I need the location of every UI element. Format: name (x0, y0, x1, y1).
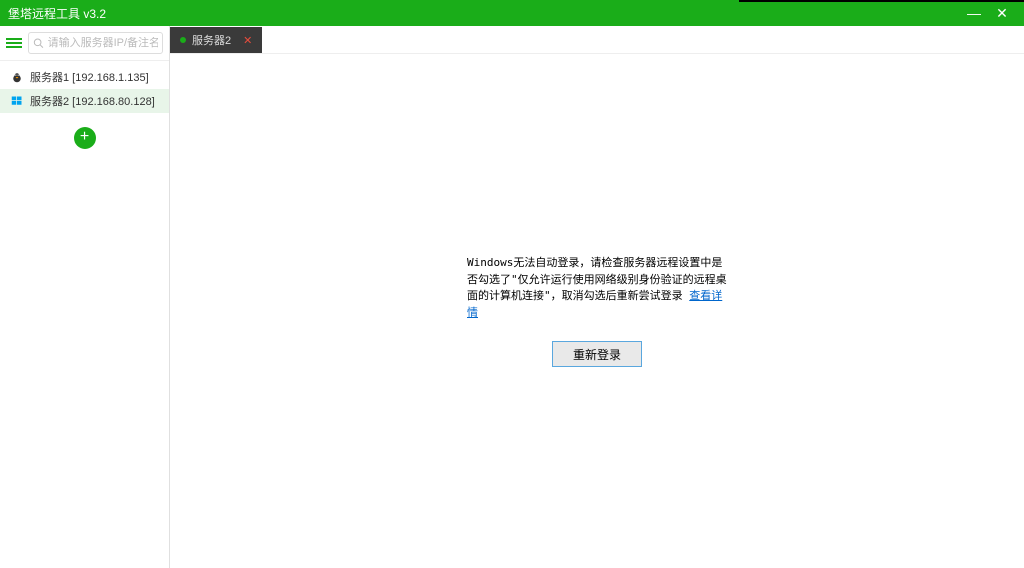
add-server-button[interactable]: + (74, 127, 96, 149)
tab-label: 服务器2 (192, 32, 231, 48)
close-button[interactable]: ✕ (988, 5, 1016, 22)
server-item[interactable]: 服务器1 [192.168.1.135] (0, 65, 169, 89)
linux-icon (10, 71, 24, 83)
server-label: 服务器2 [192.168.80.128] (30, 93, 155, 109)
inactive-region (739, 0, 1024, 2)
minimize-button[interactable]: — (960, 5, 988, 21)
content: 服务器2 ✕ Windows无法自动登录，请检查服务器远程设置中是否勾选了"仅允… (170, 26, 1024, 568)
main: 服务器1 [192.168.1.135] 服务器2 [192.168.80.12… (0, 26, 1024, 568)
titlebar: 堡塔远程工具 v3.2 — ✕ (0, 0, 1024, 26)
app-title: 堡塔远程工具 v3.2 (8, 5, 960, 22)
tab-server2[interactable]: 服务器2 ✕ (170, 27, 262, 53)
tab-close-icon[interactable]: ✕ (243, 34, 252, 47)
sidebar: 服务器1 [192.168.1.135] 服务器2 [192.168.80.12… (0, 26, 170, 568)
search-input[interactable] (48, 37, 158, 49)
error-text: Windows无法自动登录，请检查服务器远程设置中是否勾选了"仅允许运行使用网络… (467, 256, 727, 302)
menu-icon[interactable] (6, 38, 22, 48)
status-dot (180, 37, 186, 43)
search-row (0, 26, 169, 61)
windows-icon (10, 95, 24, 107)
search-box[interactable] (28, 32, 163, 54)
session-canvas: Windows无法自动登录，请检查服务器远程设置中是否勾选了"仅允许运行使用网络… (170, 54, 1024, 568)
error-message: Windows无法自动登录，请检查服务器远程设置中是否勾选了"仅允许运行使用网络… (467, 255, 727, 367)
tabbar: 服务器2 ✕ (170, 26, 1024, 54)
relogin-button[interactable]: 重新登录 (552, 341, 642, 367)
server-label: 服务器1 [192.168.1.135] (30, 69, 149, 85)
server-list: 服务器1 [192.168.1.135] 服务器2 [192.168.80.12… (0, 61, 169, 117)
server-item[interactable]: 服务器2 [192.168.80.128] (0, 89, 169, 113)
search-icon (33, 37, 44, 49)
